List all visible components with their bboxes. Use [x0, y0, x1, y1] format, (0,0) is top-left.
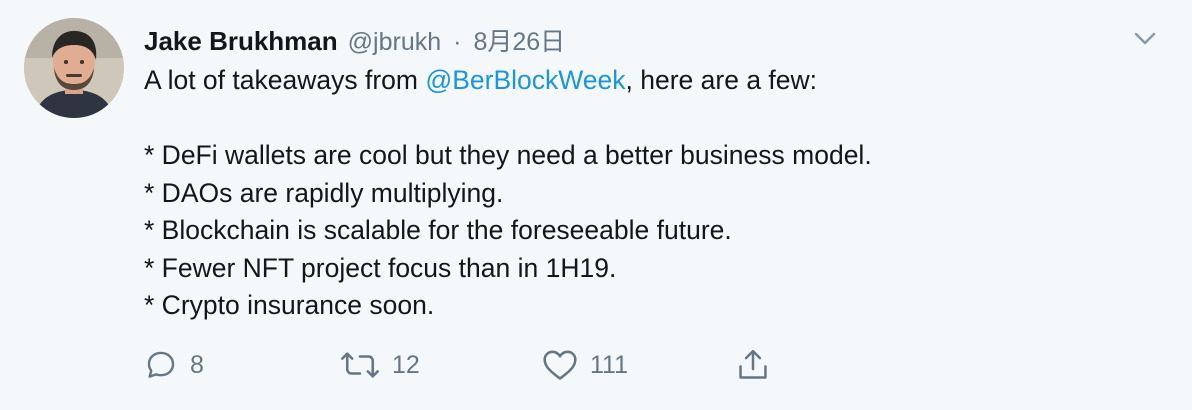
bullet-line: * DeFi wallets are cool but they need a … [144, 140, 872, 170]
reply-icon [147, 351, 175, 378]
heart-icon [543, 350, 577, 380]
bullet-line: * Fewer NFT project focus than in 1H19. [144, 252, 617, 283]
reply-count: 8 [190, 350, 204, 379]
tweet-line-intro: A lot of takeaways from @BerBlockWeek, h… [144, 62, 1154, 100]
tweet-header: Jake Brukhman @jbrukh · 8月26日 [144, 22, 565, 56]
author-handle[interactable]: @jbrukh [348, 28, 441, 57]
share-icon [739, 349, 767, 379]
tweet-menu-button[interactable] [1130, 24, 1160, 54]
mention-link[interactable]: @BerBlockWeek [425, 65, 625, 95]
bullet-line: * Crypto insurance soon. [144, 290, 435, 320]
like-button[interactable]: 111 [542, 344, 628, 386]
intro-text-end: , here are a few: [625, 65, 818, 95]
avatar[interactable] [24, 18, 124, 118]
tweet-date[interactable]: 8月26日 [473, 22, 565, 58]
retweet-count: 12 [392, 350, 420, 379]
header-separator: · [453, 28, 462, 56]
tweet-actions: 8 12 111 [144, 344, 844, 386]
chevron-down-icon [1134, 32, 1156, 45]
retweet-button[interactable]: 12 [340, 344, 420, 386]
author-name[interactable]: Jake Brukhman [144, 26, 338, 57]
intro-text: A lot of takeaways from [144, 65, 426, 95]
bullet-line: * Blockchain is scalable for the foresee… [144, 215, 732, 245]
tweet-text: A lot of takeaways from @BerBlockWeek, h… [144, 62, 1154, 325]
bullet-line: * DAOs are rapidly multiplying. [144, 177, 504, 208]
like-count: 111 [590, 350, 629, 379]
reply-button[interactable]: 8 [144, 344, 204, 386]
tweet-card[interactable]: Jake Brukhman @jbrukh · 8月26日 A lot of t… [0, 0, 1192, 410]
share-button[interactable] [736, 344, 770, 386]
retweet-icon [341, 352, 379, 378]
